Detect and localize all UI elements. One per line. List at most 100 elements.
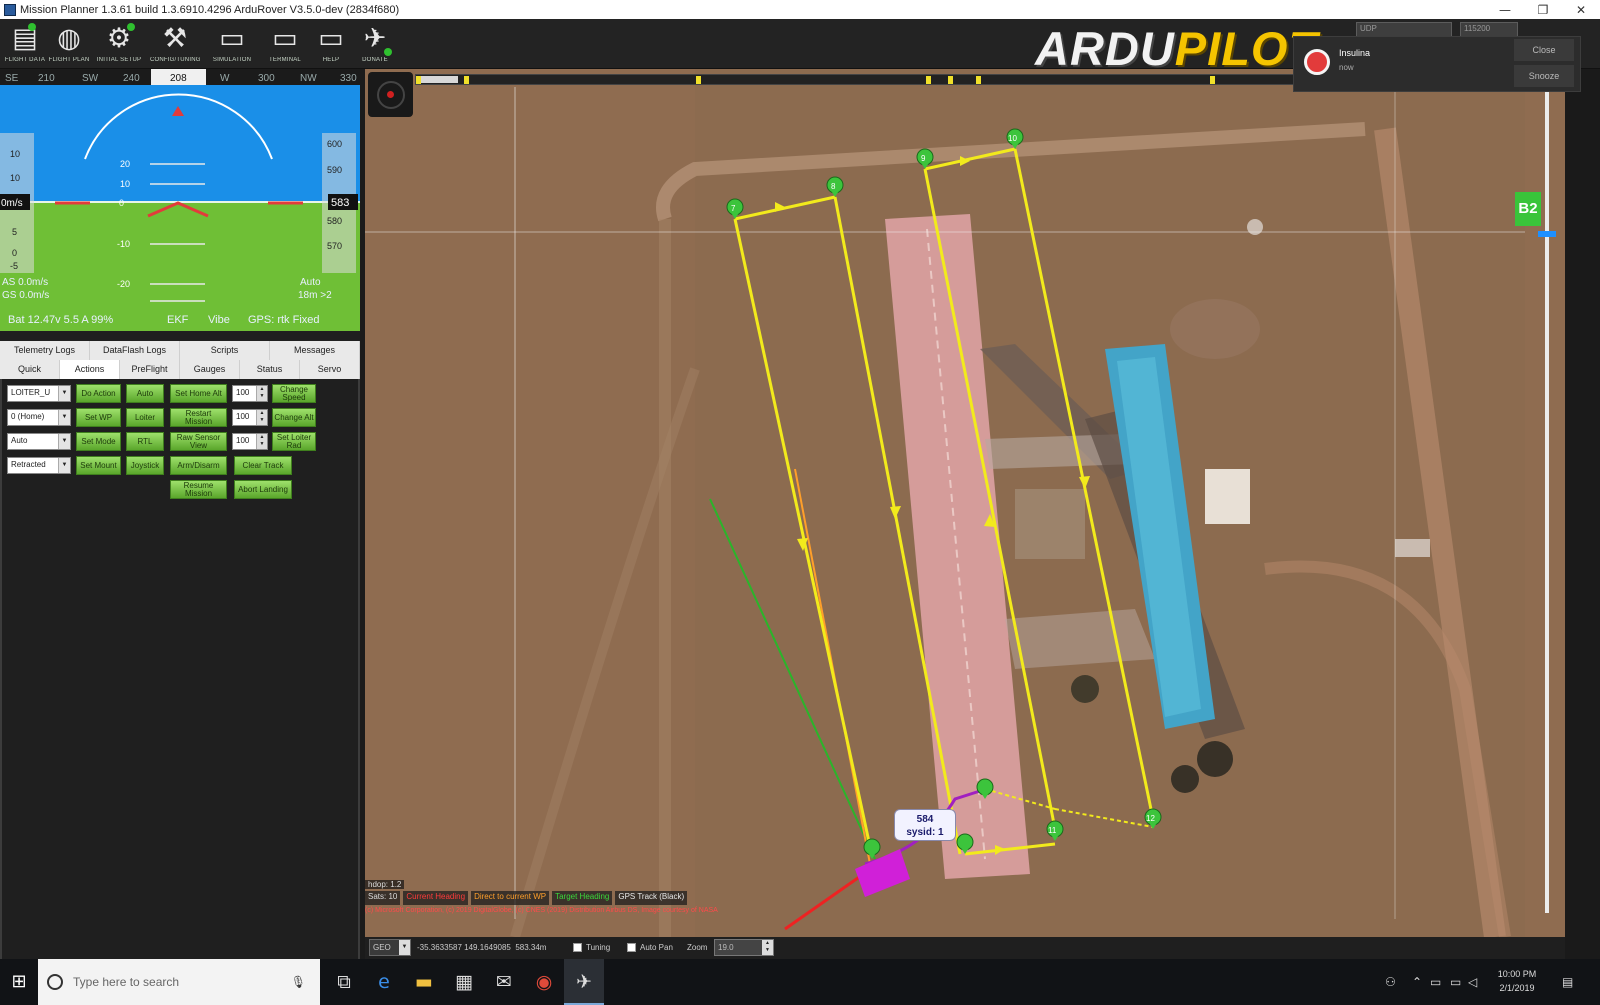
speed-input[interactable]: 100 ▲ ▼ [232, 385, 268, 402]
tab-telemetry-logs[interactable]: Telemetry Logs [0, 341, 90, 360]
raw-sensor-view-button[interactable]: Raw Sensor View [170, 432, 227, 451]
flight-data-button[interactable]: ▤ FLIGHT DATA [0, 21, 50, 67]
mail-icon[interactable]: ✉ [484, 959, 524, 1005]
arm-disarm-button[interactable]: Arm/Disarm [170, 456, 227, 475]
loiter-rad-input-value: 100 [236, 436, 250, 445]
autopan-checkbox[interactable]: Auto Pan [627, 943, 673, 952]
alt-input[interactable]: 100 ▲ ▼ [232, 409, 268, 426]
taskbar-search[interactable]: Type here to search 🎙 [38, 959, 320, 1005]
autopan-label: Auto Pan [640, 943, 673, 952]
action-center-icon[interactable]: ▤ [1562, 959, 1573, 1005]
set-home-alt-button[interactable]: Set Home Alt [170, 384, 227, 403]
connection-port-select[interactable]: UDP [1356, 22, 1452, 37]
stepper-icon[interactable]: ▲ ▼ [256, 386, 267, 401]
resume-mission-button[interactable]: Resume Mission [170, 480, 227, 499]
loiter-button[interactable]: Loiter [126, 408, 164, 427]
zoom-input[interactable]: 19.0 ▲ ▼ [714, 939, 774, 956]
zoom-value: 19.0 [718, 943, 734, 952]
ekf-indicator[interactable]: EKF [167, 314, 189, 326]
set-wp-button[interactable]: Set WP [76, 408, 121, 427]
waypoint-select[interactable]: 0 (Home) ▼ [7, 409, 71, 426]
notification-time: now [1339, 63, 1354, 72]
chrome-icon[interactable]: ◉ [524, 959, 564, 1005]
taskbar-clock[interactable]: 10:00 PM 2/1/2019 [1488, 967, 1546, 995]
waypoint-select-value: 0 (Home) [11, 412, 45, 421]
rtl-button[interactable]: RTL [126, 432, 164, 451]
alt-input-value: 100 [236, 412, 250, 421]
flight-plan-button[interactable]: ◍ FLIGHT PLAN [44, 21, 94, 67]
stepper-icon[interactable]: ▲ ▼ [256, 410, 267, 425]
speed-tick: 10 [10, 149, 20, 159]
tab-actions[interactable]: Actions [60, 360, 120, 379]
store-icon[interactable]: ▦ [444, 959, 484, 1005]
restore-button[interactable]: ❐ [1524, 3, 1562, 17]
speed-input-value: 100 [236, 388, 250, 397]
donate-button[interactable]: ✈ DONATE [350, 21, 400, 67]
checkbox-icon [573, 943, 582, 952]
vibe-indicator[interactable]: Vibe [208, 314, 230, 326]
start-button[interactable]: ⊞ [0, 959, 38, 1005]
abort-landing-button[interactable]: Abort Landing [234, 480, 292, 499]
terminal-button[interactable]: ▭ TERMINAL [260, 21, 310, 67]
tab-quick[interactable]: Quick [0, 360, 60, 379]
help-monitor-icon: ▭ [318, 23, 344, 54]
change-alt-button[interactable]: Change Alt [272, 408, 316, 427]
network-icon[interactable]: ▭ [1430, 959, 1441, 1005]
stepper-icon[interactable]: ▲ ▼ [256, 434, 267, 449]
mount-select[interactable]: Retracted ▼ [7, 457, 71, 474]
help-button[interactable]: ▭ HELP [306, 21, 356, 67]
stepper-icon[interactable]: ▲ ▼ [762, 940, 773, 955]
zoom-slider-knob[interactable] [1538, 231, 1556, 237]
minimize-button[interactable]: — [1486, 3, 1524, 17]
change-speed-button[interactable]: Change Speed [272, 384, 316, 403]
clear-track-button[interactable]: Clear Track [234, 456, 292, 475]
display-icon[interactable]: ▭ [1450, 959, 1461, 1005]
tuning-checkbox[interactable]: Tuning [573, 943, 610, 952]
set-loiter-rad-button[interactable]: Set Loiter Rad [272, 432, 316, 451]
action-select[interactable]: LOITER_U ▼ [7, 385, 71, 402]
baud-rate-select[interactable]: 115200 [1460, 22, 1518, 37]
do-action-button[interactable]: Do Action [76, 384, 121, 403]
tab-preflight[interactable]: PreFlight [120, 360, 180, 379]
tray-chevron-up-icon[interactable]: ⌃ [1412, 959, 1422, 1005]
loiter-rad-input[interactable]: 100 ▲ ▼ [232, 433, 268, 450]
config-tuning-button[interactable]: ⚒ CONFIG/TUNING [150, 21, 200, 67]
task-view-icon[interactable]: ⧉ [324, 959, 364, 1005]
map-zoom-slider[interactable] [1545, 89, 1549, 913]
tab-messages[interactable]: Messages [270, 341, 360, 360]
status-dot-icon [384, 48, 392, 56]
mode-select-value: Auto [11, 436, 28, 445]
coord-system-select[interactable]: GEO ▼ [369, 939, 411, 956]
tab-gauges[interactable]: Gauges [180, 360, 240, 379]
help-label: HELP [322, 57, 340, 63]
close-window-button[interactable]: ✕ [1562, 3, 1600, 17]
edge-icon[interactable]: e [364, 959, 404, 1005]
mission-planner-task-icon[interactable]: ✈ [564, 959, 604, 1005]
timeline-handle[interactable] [418, 76, 458, 83]
simulation-button[interactable]: ▭ SIMULATION [207, 21, 257, 67]
wrench-icon: ⚒ [162, 23, 188, 54]
mode-select[interactable]: Auto ▼ [7, 433, 71, 450]
microphone-icon[interactable]: 🎙 [291, 975, 306, 989]
notification-snooze-button[interactable]: Snooze [1514, 65, 1574, 87]
set-mount-button[interactable]: Set Mount [76, 456, 121, 475]
initial-setup-button[interactable]: ⚙ INITIAL SETUP [94, 21, 144, 67]
tab-dataflash-logs[interactable]: DataFlash Logs [90, 341, 180, 360]
file-explorer-icon[interactable]: ▬ [404, 959, 444, 1005]
restart-mission-button[interactable]: Restart Mission [170, 408, 227, 427]
notification-close-button[interactable]: Close [1514, 39, 1574, 61]
people-icon[interactable]: ⚇ [1385, 959, 1396, 1005]
map-view[interactable]: 7 8 9 10 11 12 B2 584 sysid: 1 hdop: 1.2… [365, 69, 1565, 937]
set-mode-button[interactable]: Set Mode [76, 432, 121, 451]
speed-tick: 0 [12, 248, 17, 258]
tab-servo[interactable]: Servo [300, 360, 360, 379]
auto-button[interactable]: Auto [126, 384, 164, 403]
joystick-button[interactable]: Joystick [126, 456, 164, 475]
b2-marker[interactable]: B2 [1515, 192, 1541, 226]
volume-icon[interactable]: ◁ [1468, 959, 1477, 1005]
tab-status[interactable]: Status [240, 360, 300, 379]
right-scroll-strip [1565, 69, 1600, 959]
legend-gps-track: GPS Track (Black) [615, 891, 688, 905]
action-select-value: LOITER_U [11, 388, 51, 397]
tab-scripts[interactable]: Scripts [180, 341, 270, 360]
